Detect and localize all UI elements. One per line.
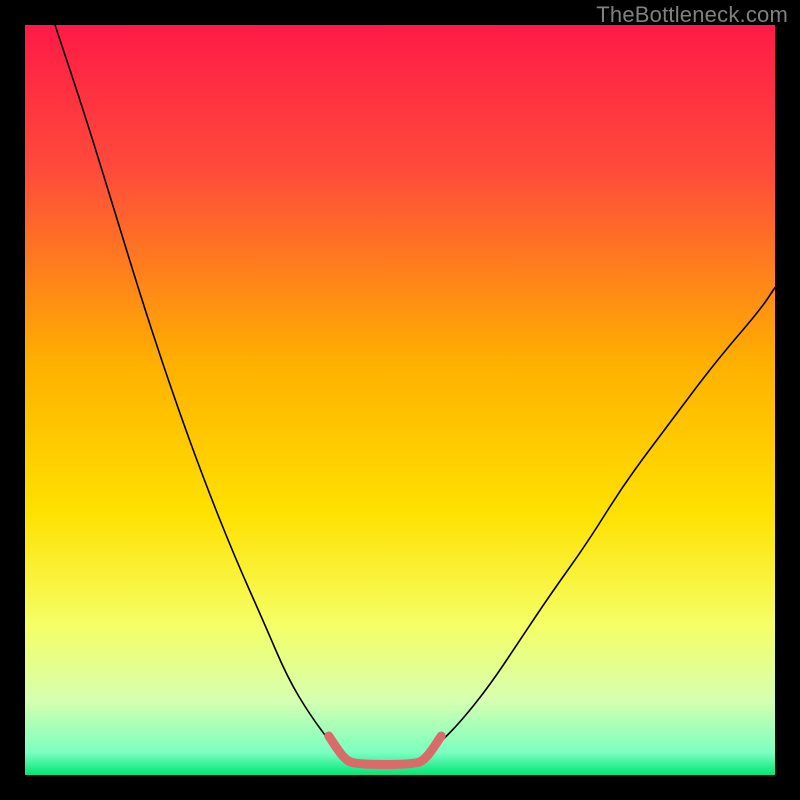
chart-background xyxy=(25,25,775,775)
chart-svg xyxy=(25,25,775,775)
watermark-text: TheBottleneck.com xyxy=(596,2,788,28)
bottleneck-chart xyxy=(25,25,775,775)
